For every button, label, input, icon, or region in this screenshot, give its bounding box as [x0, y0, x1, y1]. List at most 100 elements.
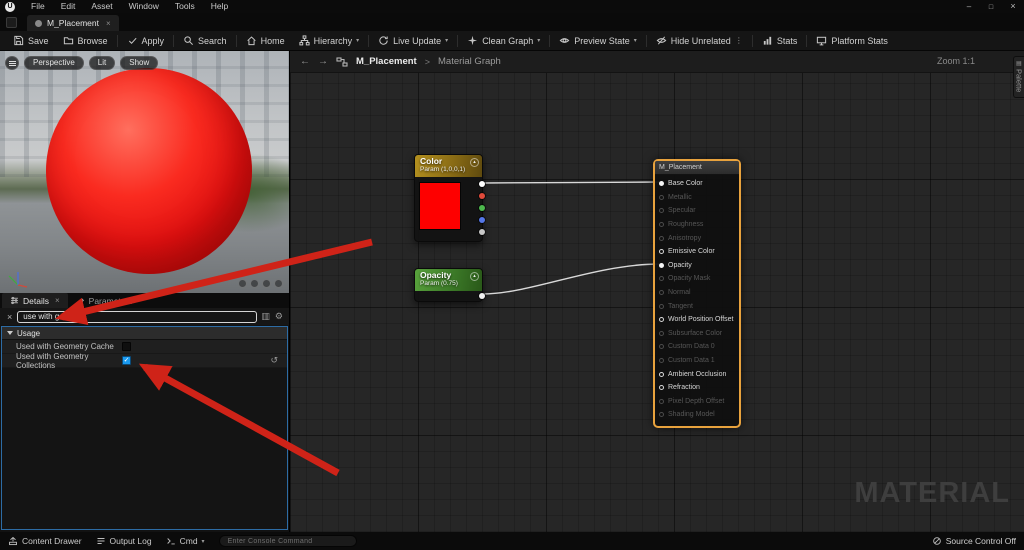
lit-button[interactable]: Lit: [89, 56, 115, 70]
view-options-icon[interactable]: [260, 312, 271, 321]
tab-details[interactable]: Details: [2, 293, 68, 308]
maximize-button[interactable]: [980, 0, 1002, 13]
clear-search-icon[interactable]: [5, 312, 14, 322]
tab-close-icon[interactable]: [55, 296, 60, 305]
material-input-pin-row[interactable]: Refraction: [655, 381, 739, 395]
asset-tab-m-placement[interactable]: M_Placement: [27, 15, 119, 31]
material-input-pin-row[interactable]: Opacity: [655, 259, 739, 273]
pin-icon[interactable]: [659, 372, 664, 377]
color-node-header[interactable]: Color Param (1,0,0,1): [415, 155, 482, 177]
breadcrumb-root[interactable]: M_Placement: [356, 56, 417, 67]
tab-parameters[interactable]: Parameters: [68, 293, 141, 308]
viewport-control-icon[interactable]: [250, 279, 259, 288]
pin-icon[interactable]: [659, 181, 664, 186]
material-input-pin-row[interactable]: Opacity Mask: [655, 272, 739, 286]
show-button[interactable]: Show: [120, 56, 158, 70]
material-graph-canvas[interactable]: M_Placement > Material Graph Zoom 1:1 Pa…: [289, 51, 1024, 532]
material-input-pin-row[interactable]: Ambient Occlusion: [655, 367, 739, 381]
material-input-pin-row[interactable]: Custom Data 0: [655, 340, 739, 354]
pin-icon[interactable]: [659, 331, 664, 336]
material-node-title[interactable]: M_Placement: [655, 161, 739, 175]
minimize-button[interactable]: [958, 0, 980, 13]
close-button[interactable]: [1002, 0, 1024, 13]
tab-close-icon[interactable]: [106, 19, 111, 28]
pin-icon[interactable]: [659, 290, 664, 295]
material-preview-viewport[interactable]: Perspective Lit Show: [0, 51, 289, 293]
hierarchy-button[interactable]: Hierarchy: [292, 31, 367, 50]
node-color-param[interactable]: Color Param (1,0,0,1): [414, 154, 483, 242]
pin-icon[interactable]: [659, 304, 664, 309]
preview-state-button[interactable]: Preview State: [552, 31, 644, 50]
home-button[interactable]: Home: [239, 31, 292, 50]
pin-icon[interactable]: [659, 399, 664, 404]
pin-icon[interactable]: [659, 358, 664, 363]
material-input-pin-row[interactable]: Metallic: [655, 191, 739, 205]
back-arrow-icon[interactable]: [300, 56, 310, 67]
material-input-pin-row[interactable]: Normal: [655, 286, 739, 300]
output-pin[interactable]: [479, 229, 485, 235]
forward-arrow-icon[interactable]: [318, 56, 328, 67]
menu-item[interactable]: Asset: [83, 0, 120, 13]
more-options-icon[interactable]: [735, 36, 743, 45]
hide-unrelated-button[interactable]: Hide Unrelated: [649, 31, 750, 50]
material-input-pin-row[interactable]: Anisotropy: [655, 231, 739, 245]
output-pin[interactable]: [479, 181, 485, 187]
material-input-pin-row[interactable]: Emissive Color: [655, 245, 739, 259]
pin-icon[interactable]: [659, 276, 664, 281]
save-button[interactable]: Save: [6, 31, 56, 50]
viewport-control-icon[interactable]: [274, 279, 283, 288]
pin-icon[interactable]: [659, 317, 664, 322]
output-pin[interactable]: [479, 193, 485, 199]
collapse-button[interactable]: [470, 158, 479, 167]
material-input-pin-row[interactable]: Roughness: [655, 218, 739, 232]
opacity-node-header[interactable]: Opacity Param (0.75): [415, 269, 482, 291]
platform-stats-button[interactable]: Platform Stats: [809, 31, 895, 50]
pin-icon[interactable]: [659, 195, 664, 200]
reset-to-default-icon[interactable]: [270, 356, 278, 365]
material-input-pin-row[interactable]: World Position Offset: [655, 313, 739, 327]
usage-checkbox[interactable]: [122, 342, 131, 351]
material-input-pin-row[interactable]: Shading Model: [655, 408, 739, 422]
viewport-control-icon[interactable]: [262, 279, 271, 288]
usage-section-header[interactable]: Usage: [2, 327, 287, 340]
pin-icon[interactable]: [659, 385, 664, 390]
material-input-pin-row[interactable]: Specular: [655, 204, 739, 218]
menu-item[interactable]: Tools: [167, 0, 203, 13]
menu-item[interactable]: Window: [121, 0, 167, 13]
output-pin[interactable]: [479, 205, 485, 211]
usage-checkbox[interactable]: [122, 356, 131, 365]
pin-icon[interactable]: [659, 263, 664, 268]
menu-item[interactable]: Edit: [53, 0, 84, 13]
pin-icon[interactable]: [659, 412, 664, 417]
material-input-pin-row[interactable]: Subsurface Color: [655, 327, 739, 341]
console-command-input[interactable]: [219, 535, 357, 547]
palette-side-tab[interactable]: Palette: [1013, 56, 1024, 98]
settings-gear-icon[interactable]: [274, 312, 284, 321]
content-drawer-button[interactable]: Content Drawer: [8, 536, 82, 546]
output-pin[interactable]: [479, 293, 485, 299]
apply-button[interactable]: Apply: [120, 31, 172, 50]
browse-button[interactable]: Browse: [56, 31, 115, 50]
pin-icon[interactable]: [659, 236, 664, 241]
details-search-input[interactable]: [17, 311, 257, 323]
viewport-menu-button[interactable]: [5, 56, 19, 70]
cmd-dropdown[interactable]: Cmd: [166, 536, 205, 546]
viewport-control-icon[interactable]: [238, 279, 247, 288]
output-pin[interactable]: [479, 217, 485, 223]
menu-item[interactable]: File: [23, 0, 53, 13]
pin-icon[interactable]: [659, 222, 664, 227]
pin-icon[interactable]: [659, 344, 664, 349]
collapse-button[interactable]: [470, 272, 479, 281]
node-material-result[interactable]: M_Placement Base Color Metallic: [653, 159, 741, 428]
pin-icon[interactable]: [659, 208, 664, 213]
material-input-pin-row[interactable]: Custom Data 1: [655, 354, 739, 368]
material-input-pin-row[interactable]: Pixel Depth Offset: [655, 395, 739, 409]
live-update-button[interactable]: Live Update: [371, 31, 455, 50]
stats-button[interactable]: Stats: [755, 31, 805, 50]
menu-item[interactable]: Help: [203, 0, 236, 13]
color-swatch[interactable]: [419, 182, 461, 230]
pin-icon[interactable]: [659, 249, 664, 254]
material-input-pin-row[interactable]: Tangent: [655, 299, 739, 313]
perspective-button[interactable]: Perspective: [24, 56, 84, 70]
node-opacity-param[interactable]: Opacity Param (0.75): [414, 268, 483, 302]
